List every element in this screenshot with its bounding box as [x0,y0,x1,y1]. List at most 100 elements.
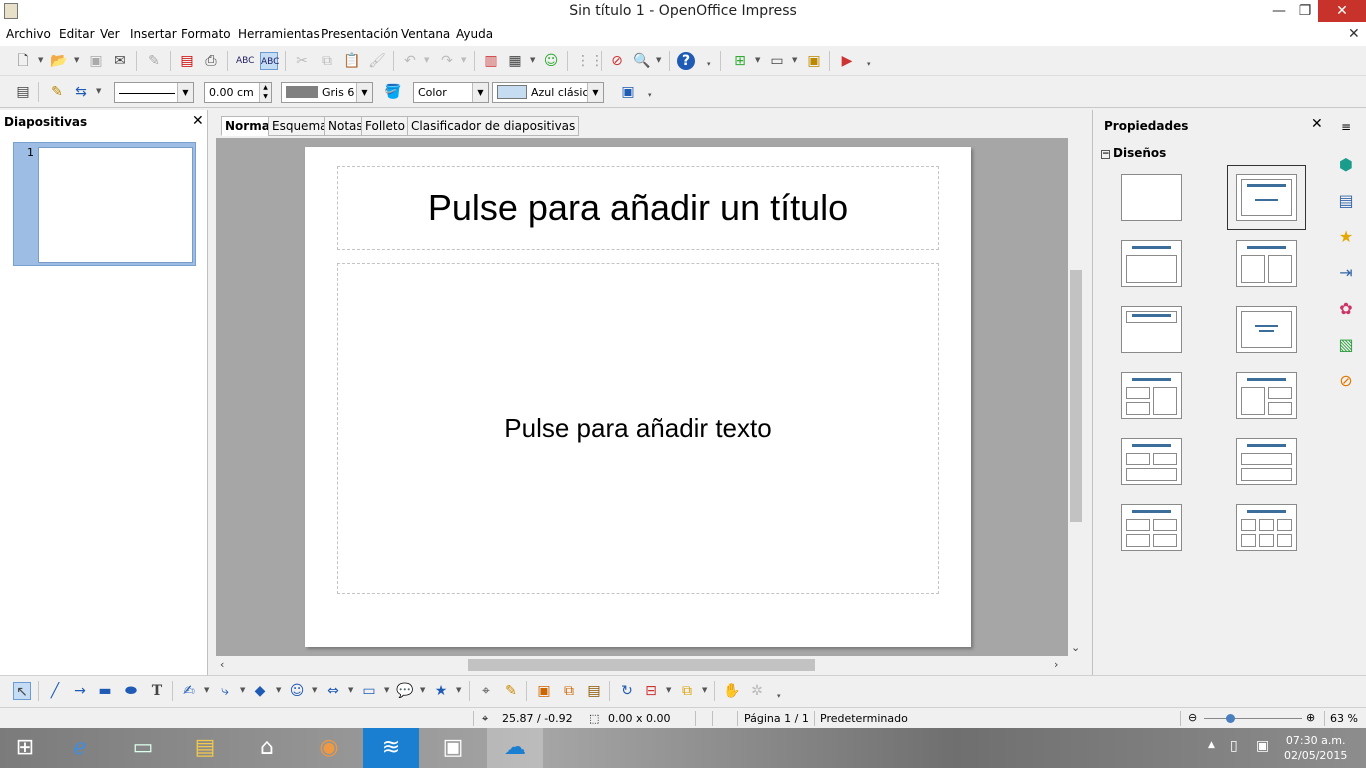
cut-icon[interactable]: ✂ [293,52,311,70]
chevron-down-icon[interactable]: ▼ [276,686,281,694]
glue-points-icon[interactable]: ✎ [502,682,520,700]
slide-layout-icon[interactable]: ▭ [768,52,786,70]
autospellcheck-icon[interactable]: ABC [260,52,279,70]
sidebar-menu-icon[interactable]: ≡ [1335,116,1357,138]
master-pages-icon[interactable]: ▤ [1335,190,1357,212]
tray-expand-icon[interactable]: ▲ [1208,740,1215,750]
menu-ventana[interactable]: Ventana [401,27,450,41]
menu-presentacion[interactable]: Presentación [321,27,398,41]
slide-show-icon[interactable]: ▶ [838,52,856,70]
tasks-app-icon[interactable]: ▣ [425,728,481,768]
text-icon[interactable]: T [148,682,166,700]
line-icon[interactable]: ✎ [48,83,66,101]
line-width-field[interactable]: 0.00 cm ▲ ▼ [204,82,272,103]
zoom-icon[interactable]: 🔍 [633,52,651,70]
tab-esquema[interactable]: Esquema [268,116,332,136]
file-explorer-icon[interactable]: ▤ [177,728,233,768]
zoom-level[interactable]: 63 % [1330,712,1358,725]
slide[interactable]: Pulse para añadir un título Pulse para a… [305,147,971,647]
chart-icon[interactable]: ▥ [482,52,500,70]
layout-title-2content-over-content[interactable] [1121,438,1182,485]
layout-title-only-centered[interactable] [1227,165,1306,230]
zoom-slider-thumb[interactable] [1226,714,1236,723]
chevron-down-icon[interactable]: ▼ [456,686,461,694]
toolbar-overflow-icon[interactable]: ▾ [707,60,711,68]
horizontal-scrollbar[interactable]: ‹ › [216,656,1068,674]
toolbar-overflow-icon[interactable]: ▾ [867,60,871,68]
chevron-down-icon[interactable]: ▼ [74,56,79,64]
redo-icon[interactable]: ↷ [438,52,456,70]
scroll-down-icon[interactable]: ⌄ [1071,641,1080,654]
area-style-select[interactable]: Color ▼ [413,82,489,103]
close-slides-pane-button[interactable]: ✕ [192,113,204,129]
print-icon[interactable]: ⎙ [202,52,220,70]
layouts-section-header[interactable]: − Diseños [1101,146,1166,160]
chevron-down-icon[interactable]: ▼ [38,56,43,64]
zoom-out-icon[interactable]: ⊖ [1188,711,1197,724]
navigator-icon[interactable]: ⊘ [608,52,626,70]
chevron-down-icon[interactable]: ▼ [424,56,429,64]
text-placeholder[interactable]: Pulse para añadir texto [337,263,939,594]
block-arrows-icon[interactable]: ⇔ [324,682,342,700]
menu-herramientas[interactable]: Herramientas [238,27,320,41]
flowchart-icon[interactable]: ▭ [360,682,378,700]
chevron-down-icon[interactable]: ▼ [792,56,797,64]
chevron-down-icon[interactable]: ▼ [204,686,209,694]
internet-explorer-icon[interactable]: ℯ [52,728,108,768]
paste-icon[interactable]: 📋 [343,52,361,70]
chevron-down-icon[interactable]: ▼ [348,686,353,694]
chevron-down-icon[interactable]: ▼ [240,686,245,694]
chevron-down-icon[interactable]: ▼ [702,686,707,694]
gallery-icon[interactable]: ☺ [542,52,560,70]
edit-file-icon[interactable]: ✎ [145,52,163,70]
start-button[interactable]: ⊞ [0,728,50,768]
arrow-tool-icon[interactable]: → [71,682,89,700]
table-icon[interactable]: ▦ [506,52,524,70]
chevron-down-icon[interactable]: ▼ [312,686,317,694]
line-color-select[interactable]: Gris 6 ▼ [281,82,373,103]
title-placeholder[interactable]: Pulse para añadir un título [337,166,939,250]
layout-title-two-content[interactable] [1236,240,1297,287]
wifi-app-icon[interactable]: ≋ [363,728,419,768]
format-paintbrush-icon[interactable]: 🖌 [368,52,386,70]
copy-icon[interactable]: ⧉ [318,52,336,70]
lenovo-app-icon[interactable]: ▭ [115,728,171,768]
vertical-scrollbar[interactable]: ⌄ [1068,138,1084,656]
layout-title-6content[interactable] [1236,504,1297,551]
toolbar-overflow-icon[interactable]: ▾ [648,91,652,99]
zoom-slider[interactable] [1204,714,1302,723]
scroll-left-icon[interactable]: ‹ [220,658,224,671]
points-icon[interactable]: ⌖ [477,682,495,700]
fontwork-icon[interactable]: ▣ [535,682,553,700]
area-icon[interactable]: 🪣 [384,83,402,101]
rotate-icon[interactable]: ↻ [618,682,636,700]
zoom-in-icon[interactable]: ⊕ [1306,711,1315,724]
new-slide-icon[interactable]: ⊞ [731,52,749,70]
menu-ayuda[interactable]: Ayuda [456,27,493,41]
ellipse-icon[interactable]: ⬬ [122,682,140,700]
undo-icon[interactable]: ↶ [401,52,419,70]
menu-editar[interactable]: Editar [59,27,95,41]
chevron-down-icon[interactable]: ▼ [472,83,488,102]
line-style-select[interactable]: ▼ [114,82,194,103]
email-icon[interactable]: ✉ [111,52,129,70]
close-properties-button[interactable]: ✕ [1311,116,1323,132]
chevron-down-icon[interactable]: ▼ [96,87,101,95]
properties-deck-icon[interactable]: ⬢ [1335,154,1357,176]
chevron-down-icon[interactable]: ▼ [587,83,603,102]
stars-icon[interactable]: ★ [432,682,450,700]
chevron-down-icon[interactable]: ▼ [177,83,193,102]
chevron-down-icon[interactable]: ▼ [420,686,425,694]
layout-centered-text[interactable] [1236,306,1297,353]
network-icon[interactable]: ▣ [1256,738,1269,754]
toolbar-overflow-icon[interactable]: ▾ [777,692,781,700]
line-tool-icon[interactable]: ╱ [46,682,64,700]
layout-blank[interactable] [1121,174,1182,221]
area-fill-select[interactable]: Azul clásico ▼ [492,82,604,103]
save-icon[interactable]: ▣ [87,52,105,70]
spin-buttons[interactable]: ▲ ▼ [259,83,271,102]
menu-ver[interactable]: Ver [100,27,120,41]
slide-design-icon[interactable]: ▣ [805,52,823,70]
layout-title-4content[interactable] [1121,504,1182,551]
slide-thumbnail[interactable]: 1 [13,142,196,266]
